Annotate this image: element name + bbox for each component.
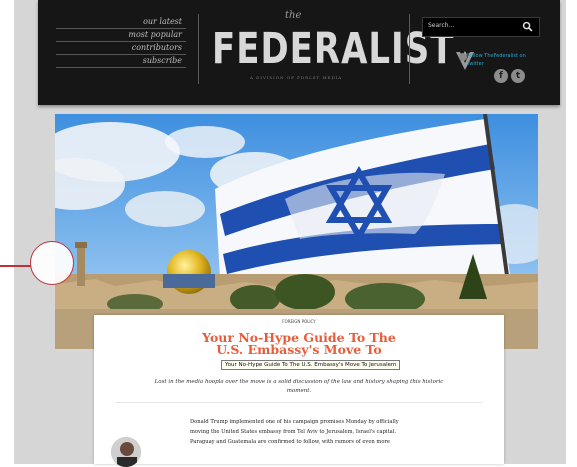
nav-our-latest[interactable]: our latest [56,16,186,29]
twitter-follow-link[interactable]: Follow TheFederalist on Twitter [456,52,540,68]
body-line-1: Donald Trump implemented one of his camp… [190,419,399,425]
nav-most-popular[interactable]: most popular [56,29,186,42]
dek-line-1: Lost in the media hoopla over the move i… [154,379,444,385]
divider [116,402,482,403]
callout-line [0,265,32,267]
divider [198,14,199,84]
search-box[interactable]: Search... [422,17,540,37]
article-card: FOREIGN POLICY Your No-Hype Guide To The… [94,315,504,467]
site-logo[interactable]: FEDERALIST [212,24,454,74]
article-body: Donald Trump implemented one of his camp… [190,417,490,447]
author-avatar[interactable] [111,437,141,467]
body-line-2: moving the United States embassy from Te… [190,429,397,435]
nav-subscribe[interactable]: subscribe [56,55,186,68]
flag-jerusalem-photo [55,114,538,349]
article-dek: Lost in the media hoopla over the move i… [116,378,482,396]
avatar-photo [111,437,141,467]
callout-circle [30,241,74,285]
nav-contributors[interactable]: contributors [56,42,186,55]
main-nav: our latest most popular contributors sub… [56,16,186,68]
title-line-2: U.S. Embassy's Move To [216,342,382,357]
divider [409,14,410,84]
screenshot-frame: our latest most popular contributors sub… [0,0,577,467]
search-icon[interactable] [522,21,533,32]
title-tooltip: Your No-Hype Guide To The U.S. Embassy's… [221,360,401,370]
facebook-icon[interactable]: f [494,69,508,83]
logo-tagline: A DIVISION OF FDRLST MEDIA [250,75,343,80]
body-line-3: Paraguay and Guatemala are confirmed to … [190,439,390,445]
dek-line-2: moment. [286,388,312,394]
search-input[interactable]: Search... [428,22,454,29]
right-margin [566,0,577,464]
twitter-bird-icon[interactable]: t [511,69,525,83]
logo-the: the [285,10,302,21]
article-category[interactable]: FOREIGN POLICY [94,319,504,324]
site-header: our latest most popular contributors sub… [38,0,560,105]
article-title[interactable]: Your No-Hype Guide To The U.S. Embassy's… [94,331,504,357]
hero-image [55,114,538,349]
